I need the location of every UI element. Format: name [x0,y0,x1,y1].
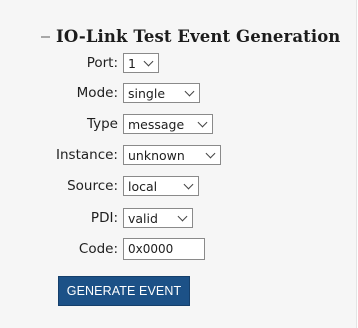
instance-select[interactable]: unknown [123,145,221,165]
mode-select[interactable]: single [123,83,200,103]
port-select-value: 1 [128,55,136,71]
instance-label: Instance: [56,147,118,163]
type-label: Type [86,116,118,132]
code-row: Code: [0,238,205,260]
mode-row: Mode: single [0,82,200,104]
code-input[interactable] [123,238,205,260]
chevron-down-icon [205,148,216,159]
chevron-down-icon [184,86,195,97]
code-label: Code: [78,241,118,257]
mode-select-value: single [128,85,166,101]
instance-select-value: unknown [128,147,185,163]
section-header: IO-Link Test Event Generation [40,27,340,46]
instance-row: Instance: unknown [0,144,221,166]
port-select[interactable]: 1 [123,53,159,73]
type-select[interactable]: message [123,114,213,134]
collapse-minus-icon[interactable] [40,30,50,44]
port-label: Port: [86,55,118,71]
chevron-down-icon [143,56,154,67]
source-row: Source: local [0,175,199,197]
mode-label: Mode: [76,85,118,101]
type-row: Type message [0,113,213,135]
pdi-select-value: valid [128,210,158,226]
source-select-value: local [128,178,158,194]
pdi-label: PDI: [90,210,118,226]
pdi-select[interactable]: valid [123,208,193,228]
source-label: Source: [67,178,118,194]
chevron-down-icon [197,117,208,128]
chevron-down-icon [183,179,194,190]
generate-event-button[interactable]: GENERATE EVENT [58,276,190,306]
pdi-row: PDI: valid [0,207,193,229]
io-link-test-event-panel: IO-Link Test Event Generation Port: 1 Mo… [0,0,357,328]
source-select[interactable]: local [123,176,199,196]
port-row: Port: 1 [0,52,159,74]
section-title: IO-Link Test Event Generation [56,27,341,46]
chevron-down-icon [177,211,188,222]
type-select-value: message [128,116,185,132]
